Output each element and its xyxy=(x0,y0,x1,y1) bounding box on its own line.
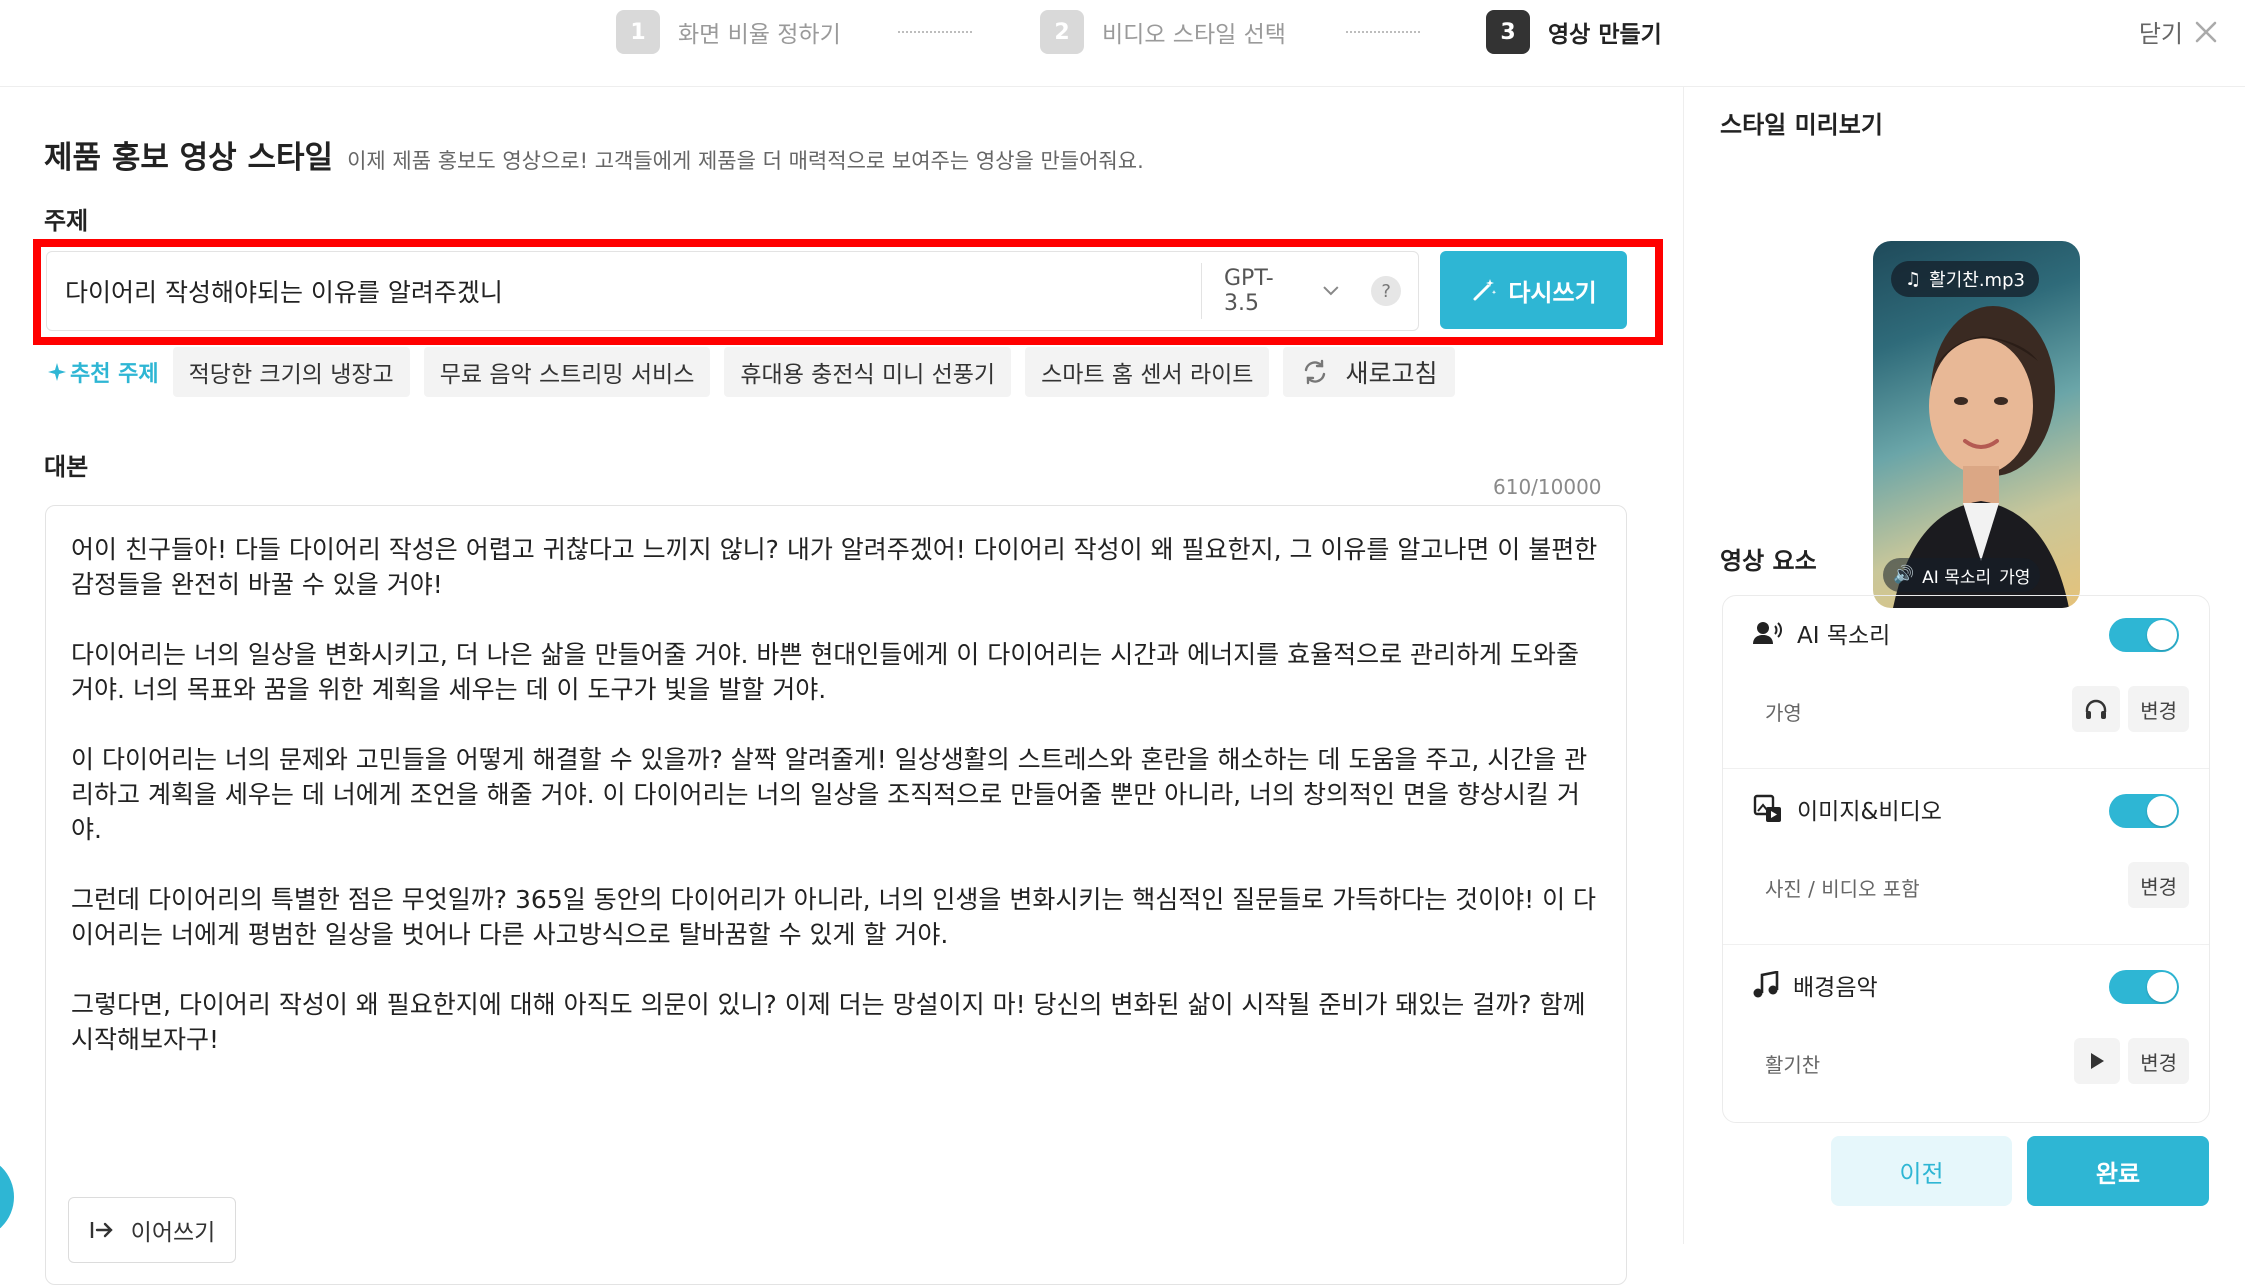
script-paragraph: 그런데 다이어리의 특별한 점은 무엇일까? 365일 동안의 다이어리가 아니… xyxy=(71,885,1597,949)
topic-label: 주제 xyxy=(44,207,89,235)
change-button[interactable]: 변경 xyxy=(2128,686,2189,732)
step-1[interactable]: 1 화면 비율 정하기 xyxy=(616,10,841,54)
element-image-video: 이미지&비디오 xyxy=(1753,792,1942,826)
divider xyxy=(1723,944,2209,945)
script-paragraph: 그렇다면, 다이어리 작성이 왜 필요한지에 대해 아직도 의문이 있니? 이제… xyxy=(71,990,1586,1054)
step-label: 영상 만들기 xyxy=(1548,22,1662,48)
page-title: 제품 홍보 영상 스타일 xyxy=(44,140,334,176)
step-2[interactable]: 2 비디오 스타일 선택 xyxy=(1040,10,1286,54)
step-3[interactable]: 3 영상 만들기 xyxy=(1486,10,1662,54)
music-note-icon: ♫ xyxy=(1905,268,1922,290)
page-description: 이제 제품 홍보도 영상으로! 고객들에게 제품을 더 매력적으로 보여주는 영… xyxy=(347,149,1144,173)
music-file-name: 활기찬.mp3 xyxy=(1929,270,2025,291)
step-label: 비디오 스타일 선택 xyxy=(1102,22,1286,48)
element-sub: 가영 xyxy=(1765,701,1802,725)
close-icon xyxy=(2195,21,2217,42)
script-textarea[interactable]: 어이 친구들아! 다들 다이어리 작성은 어렵고 귀찮다고 느끼지 않니? 내가… xyxy=(45,505,1627,1285)
element-actions: 변경 xyxy=(2128,862,2189,908)
topic-chip[interactable]: 휴대용 충전식 미니 선풍기 xyxy=(724,347,1012,397)
element-actions: 변경 xyxy=(2074,1038,2189,1084)
floating-side-button[interactable] xyxy=(0,1155,14,1239)
continue-writing-label: 이어쓰기 xyxy=(130,1220,216,1246)
voice-badge-name: 가영 xyxy=(1999,567,2031,588)
main-panel: 제품 홍보 영상 스타일 이제 제품 홍보도 영상으로! 고객들에게 제품을 더… xyxy=(0,87,1683,1285)
headphones-button[interactable] xyxy=(2072,686,2121,732)
element-name: 이미지&비디오 xyxy=(1797,799,1942,825)
elements-title: 영상 요소 xyxy=(1720,547,1817,575)
continue-writing-button[interactable]: 이어쓰기 xyxy=(68,1197,236,1263)
image-video-icon xyxy=(1753,794,1781,822)
step-divider xyxy=(898,31,972,33)
change-button[interactable]: 변경 xyxy=(2128,862,2189,908)
topic-chip[interactable]: 적당한 크기의 냉장고 xyxy=(172,347,410,397)
done-button[interactable]: 완료 xyxy=(2027,1136,2209,1206)
style-preview-title: 스타일 미리보기 xyxy=(1720,111,1883,139)
step-number: 3 xyxy=(1486,10,1530,54)
step-divider xyxy=(1346,31,1420,33)
recommended-label-text: 추천 주제 xyxy=(70,362,159,387)
refresh-button[interactable]: 새로고침 xyxy=(1283,347,1456,397)
element-ai-voice: AI 목소리 xyxy=(1753,616,1890,650)
script-label: 대본 xyxy=(44,453,89,481)
topic-chip[interactable]: 무료 음악 스트리밍 서비스 xyxy=(423,347,711,397)
recommended-label: 추천 주제 xyxy=(48,356,159,388)
voice-badge: 🔊 AI 목소리 가영 xyxy=(1883,558,2041,592)
element-sub: 사진 / 비디오 포함 xyxy=(1765,877,1920,901)
side-panel: 스타일 미리보기 ♫ 활기찬.mp3 🔊 AI 목소리 가영 영상 요소 AI xyxy=(1683,87,2245,1244)
headphones-icon xyxy=(2085,699,2107,719)
stepper-header: 1 화면 비율 정하기 2 비디오 스타일 선택 3 영상 만들기 닫기 xyxy=(0,0,2245,87)
sparkle-icon xyxy=(48,363,66,381)
previous-button[interactable]: 이전 xyxy=(1831,1136,2012,1206)
recommended-topics: 추천 주제 적당한 크기의 냉장고 무료 음악 스트리밍 서비스 휴대용 충전식… xyxy=(48,347,1456,397)
music-note-icon xyxy=(1753,971,1779,998)
character-count: 610/10000 xyxy=(1493,475,1602,499)
script-paragraph: 다이어리는 너의 일상을 변화시키고, 더 나은 삶을 만들어줄 거야. 바쁜 … xyxy=(71,640,1579,704)
topic-chip[interactable]: 스마트 홈 센서 라이트 xyxy=(1025,347,1270,397)
element-background-music: 배경음악 xyxy=(1753,968,1878,1002)
element-name: 배경음악 xyxy=(1793,975,1878,1001)
style-preview-image: ♫ 활기찬.mp3 🔊 AI 목소리 가영 xyxy=(1873,241,2080,608)
script-paragraph: 이 다이어리는 너의 문제와 고민들을 어떻게 해결할 수 있을까? 살짝 알려… xyxy=(71,745,1588,844)
arrow-right-bar-icon xyxy=(90,1222,113,1238)
divider xyxy=(1723,768,2209,769)
music-file-badge: ♫ 활기찬.mp3 xyxy=(1891,261,2039,297)
voice-icon: 🔊 xyxy=(1893,565,1915,585)
play-button[interactable] xyxy=(2074,1038,2121,1084)
element-actions: 변경 xyxy=(2072,686,2189,732)
play-icon xyxy=(2091,1053,2105,1069)
step-label: 화면 비율 정하기 xyxy=(678,22,841,48)
script-paragraph: 어이 친구들아! 다들 다이어리 작성은 어렵고 귀찮다고 느끼지 않니? 내가… xyxy=(71,535,1598,599)
highlight-box xyxy=(33,239,1663,345)
change-button[interactable]: 변경 xyxy=(2128,1038,2189,1084)
close-button[interactable]: 닫기 xyxy=(2139,14,2219,49)
elements-card: AI 목소리 가영 변경 이미지&비디오 사진 / 비디오 포함 변경 배경음악… xyxy=(1722,595,2210,1123)
page-title-row: 제품 홍보 영상 스타일 이제 제품 홍보도 영상으로! 고객들에게 제품을 더… xyxy=(44,132,1144,177)
voice-badge-label: AI 목소리 xyxy=(1922,567,1992,588)
close-label: 닫기 xyxy=(2138,20,2183,48)
step-number: 2 xyxy=(1040,10,1084,54)
toggle-background-music[interactable] xyxy=(2109,970,2179,1004)
element-sub: 활기찬 xyxy=(1765,1053,1821,1077)
element-name: AI 목소리 xyxy=(1797,623,1891,649)
toggle-image-video[interactable] xyxy=(2109,794,2179,828)
step-number: 1 xyxy=(616,10,660,54)
toggle-ai-voice[interactable] xyxy=(2109,618,2179,652)
refresh-icon xyxy=(1305,359,1326,385)
refresh-label: 새로고침 xyxy=(1345,359,1438,388)
person-voice-icon xyxy=(1753,622,1782,644)
